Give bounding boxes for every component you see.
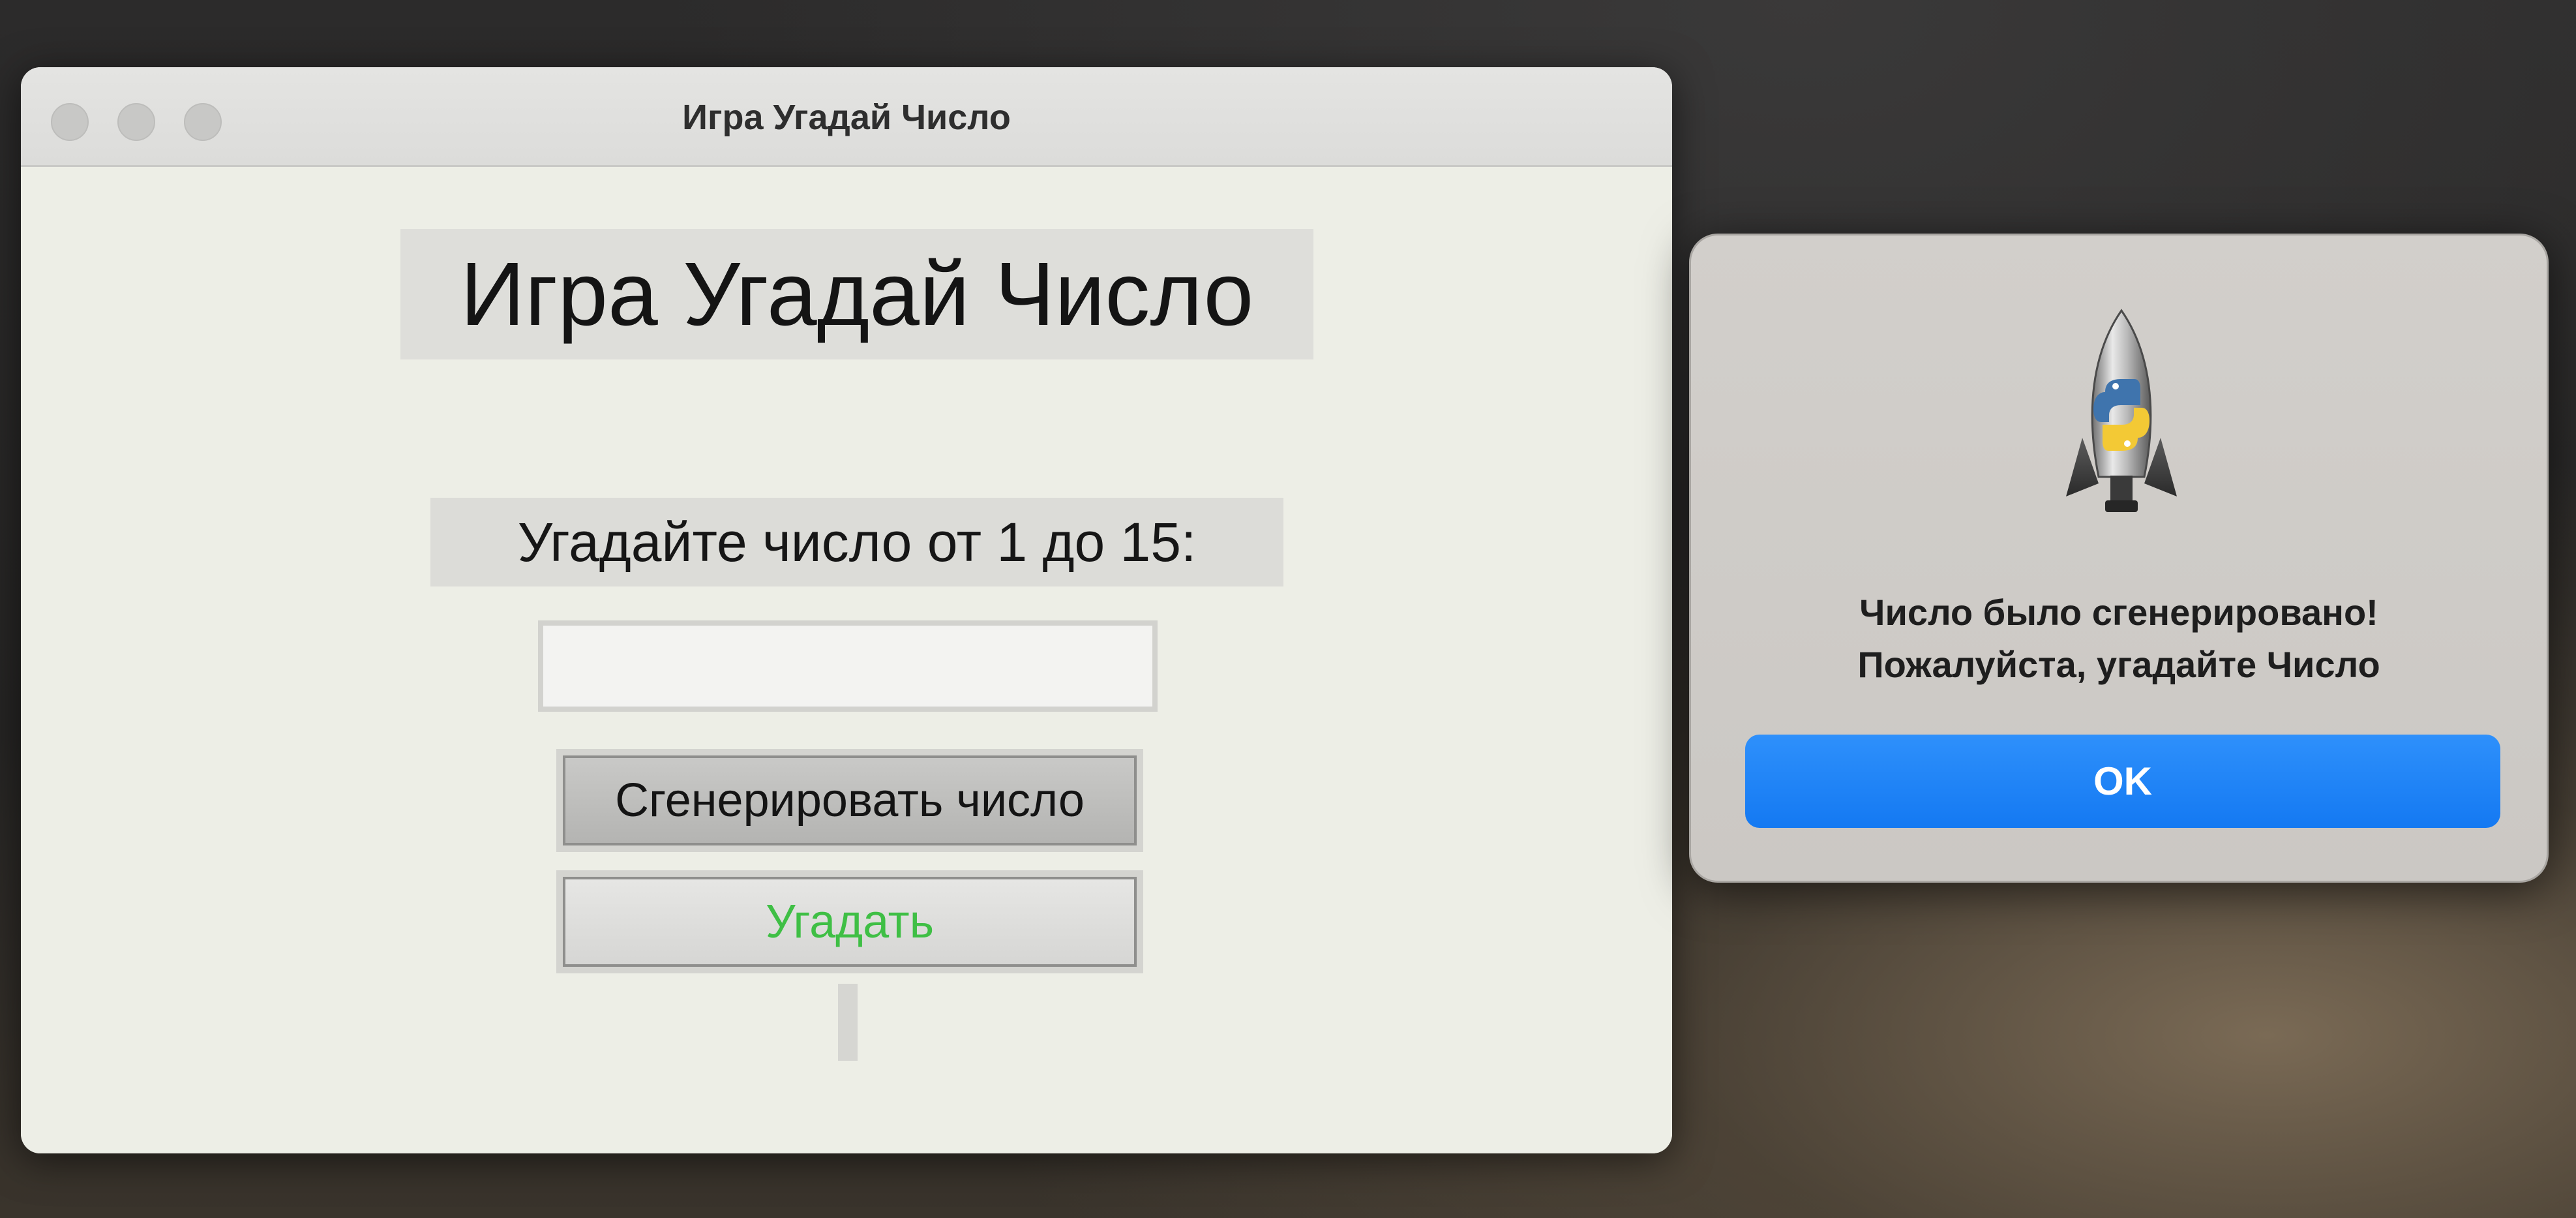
guess-button[interactable]: Угадать (563, 877, 1137, 967)
guess-button-frame: Угадать (556, 870, 1143, 973)
dialog-message-line-1: Число было сгенерировано! (1859, 592, 2378, 633)
window-content: Игра Угадай Число Угадайте число от 1 до… (21, 167, 1672, 1153)
guess-input[interactable] (538, 620, 1158, 712)
guess-number-window: Игра Угадай Число Игра Угадай Число Угад… (21, 67, 1672, 1153)
dialog-message-line-2: Пожалуйста, угадайте Число (1857, 644, 2380, 685)
title-bar[interactable]: Игра Угадай Число (21, 67, 1672, 167)
game-heading: Игра Угадай Число (400, 229, 1313, 359)
guess-prompt-label: Угадайте число от 1 до 15: (430, 498, 1283, 586)
result-label (838, 984, 858, 1061)
dialog-message: Число было сгенерировано! Пожалуйста, уг… (1691, 586, 2547, 691)
window-title: Игра Угадай Число (682, 98, 1011, 137)
generate-number-button[interactable]: Сгенерировать число (563, 755, 1137, 845)
ok-button[interactable]: OK (1745, 735, 2500, 828)
alert-dialog: Число было сгенерировано! Пожалуйста, уг… (1689, 234, 2549, 883)
generate-button-frame: Сгенерировать число (556, 749, 1143, 852)
python-launcher-rocket-icon (2066, 309, 2177, 512)
